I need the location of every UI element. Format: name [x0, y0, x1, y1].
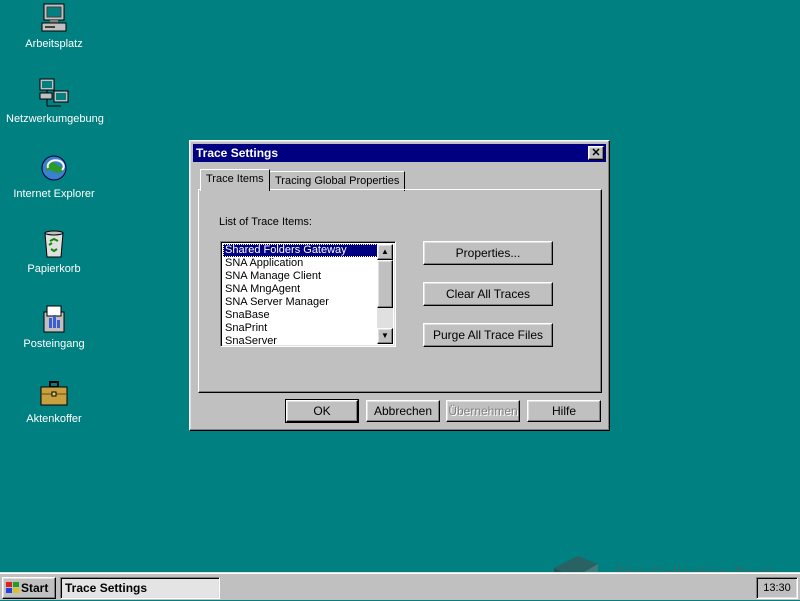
desktop-icon-label: Netzwerkumgebung — [6, 113, 104, 125]
list-item[interactable]: SnaBase — [223, 309, 380, 322]
trace-items-list[interactable]: Shared Folders Gateway SNA Application SNA… — [220, 241, 396, 347]
apply-label: Übernehmen — [448, 404, 518, 418]
tab-label: Tracing Global Properties — [275, 175, 400, 187]
list-item[interactable]: Shared Folders Gateway — [223, 244, 380, 257]
desktop-icon-label: Posteingang — [23, 338, 85, 350]
properties-button[interactable]: Properties... — [423, 241, 553, 265]
network-icon — [38, 77, 70, 109]
trace-items-list-inner: Shared Folders Gateway SNA Application SNA… — [221, 242, 380, 348]
tab-trace-items[interactable]: Trace Items — [200, 169, 270, 191]
taskbar: Start Trace Settings 13:30 — [0, 572, 800, 600]
start-label: Start — [21, 581, 49, 595]
list-item[interactable]: SnaPrint — [223, 322, 380, 335]
desktop-icon-label: Papierkorb — [27, 263, 81, 275]
recycle-bin-icon — [38, 227, 70, 259]
inbox-icon — [38, 302, 70, 334]
scroll-thumb[interactable] — [377, 260, 393, 308]
desktop-icon-netzwerkumgebung[interactable]: Netzwerkumgebung — [6, 77, 104, 125]
ok-label: OK — [313, 404, 331, 418]
clear-all-label: Clear All Traces — [445, 287, 531, 301]
help-label: Hilfe — [551, 404, 576, 418]
dialog-title: Trace Settings — [196, 146, 279, 160]
desktop-icon-posteingang[interactable]: Posteingang — [6, 302, 102, 350]
list-item[interactable]: SNA Application — [223, 257, 380, 270]
close-button[interactable]: ✕ — [588, 146, 604, 160]
list-item[interactable]: SNA Manage Client — [223, 270, 380, 283]
list-item[interactable]: SNA Server Manager — [223, 296, 380, 309]
taskbar-item-trace-settings[interactable]: Trace Settings — [60, 577, 220, 599]
desktop-icon-label: Arbeitsplatz — [25, 38, 83, 50]
desktop-icon-papierkorb[interactable]: Papierkorb — [6, 227, 102, 275]
scroll-up-button[interactable]: ▲ — [377, 244, 393, 260]
cancel-button[interactable]: Abbrechen — [366, 400, 440, 422]
vertical-scrollbar[interactable]: ▲ ▼ — [377, 244, 393, 344]
list-item[interactable]: SNA MngAgent — [223, 283, 380, 296]
help-button[interactable]: Hilfe — [527, 400, 601, 422]
windows-logo-icon — [6, 582, 19, 593]
list-label-text: List of Trace Items: — [219, 216, 312, 228]
computer-icon — [38, 2, 70, 34]
desktop-icon-internet-explorer[interactable]: Internet Explorer — [6, 152, 102, 200]
desktop-icon-aktenkoffer[interactable]: Aktenkoffer — [6, 377, 102, 425]
clock[interactable]: 13:30 — [763, 582, 791, 594]
tab-label: Trace Items — [206, 173, 264, 185]
list-label: List of Trace Items: — [219, 216, 312, 228]
desktop-icon-label: Aktenkoffer — [26, 413, 82, 425]
list-item[interactable]: SnaServer — [223, 335, 380, 348]
dialog-titlebar[interactable]: Trace Settings ✕ — [193, 144, 606, 162]
taskbar-item-label: Trace Settings — [65, 581, 148, 595]
start-button[interactable]: Start — [2, 577, 56, 599]
properties-label: Properties... — [455, 246, 521, 260]
briefcase-icon — [38, 377, 70, 409]
desktop-icon-arbeitsplatz[interactable]: Arbeitsplatz — [6, 2, 102, 50]
tab-tracing-global-properties[interactable]: Tracing Global Properties — [269, 171, 406, 191]
clear-all-traces-button[interactable]: Clear All Traces — [423, 282, 553, 306]
cancel-label: Abbrechen — [373, 404, 433, 418]
desktop-icon-label: Internet Explorer — [13, 188, 95, 200]
purge-all-label: Purge All Trace Files — [432, 328, 544, 342]
trace-settings-dialog: Trace Settings ✕ Trace Items Tracing Glo… — [189, 140, 610, 431]
ie-globe-icon — [38, 152, 70, 184]
purge-all-trace-files-button[interactable]: Purge All Trace Files — [423, 323, 553, 347]
system-tray: 13:30 — [756, 577, 798, 599]
ok-button[interactable]: OK — [285, 399, 359, 423]
scroll-down-button[interactable]: ▼ — [377, 328, 393, 344]
apply-button[interactable]: Übernehmen — [446, 400, 520, 422]
arrow-up-icon: ▲ — [381, 247, 389, 256]
close-icon: ✕ — [591, 147, 601, 159]
arrow-down-icon: ▼ — [381, 331, 389, 340]
